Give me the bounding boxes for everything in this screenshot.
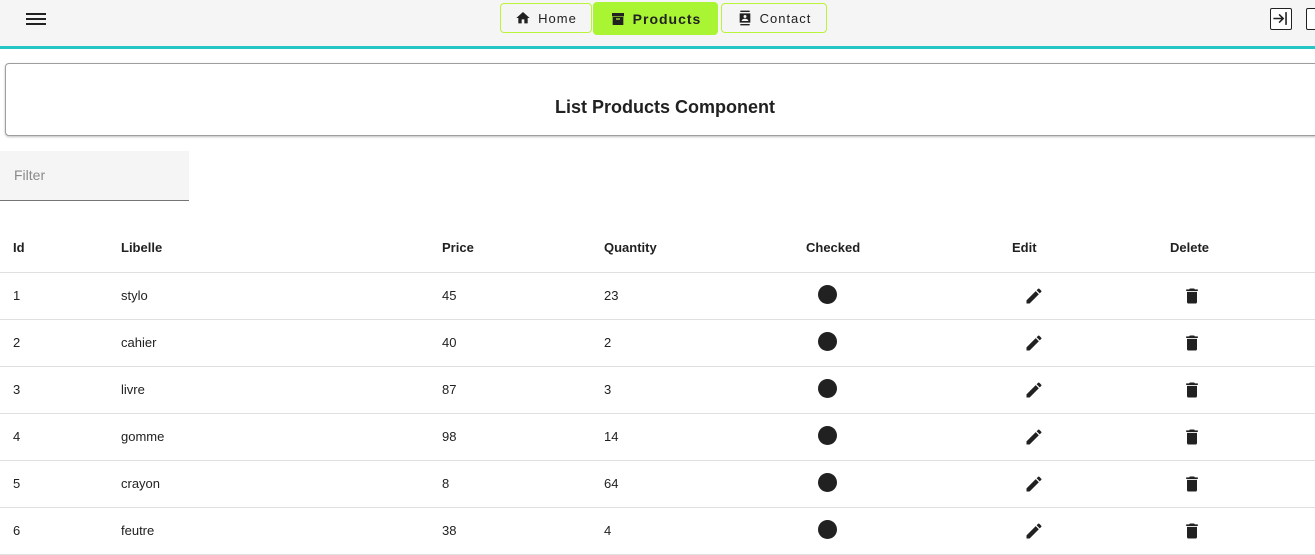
- cell-delete: [1170, 366, 1315, 414]
- login-arrow-icon: [1273, 12, 1287, 25]
- nav-contact-label: Contact: [759, 10, 812, 26]
- edit-icon[interactable]: [1024, 333, 1044, 353]
- delete-icon[interactable]: [1182, 380, 1202, 400]
- delete-icon[interactable]: [1182, 521, 1202, 541]
- column-header-delete: Delete: [1170, 224, 1315, 273]
- column-header-checked: Checked: [806, 224, 1012, 273]
- nav-home-button[interactable]: Home: [500, 3, 592, 33]
- column-header-id[interactable]: Id: [0, 224, 121, 273]
- edit-icon[interactable]: [1024, 521, 1044, 541]
- cell-delete: [1170, 319, 1315, 367]
- nav-contact-button[interactable]: Contact: [721, 3, 827, 33]
- cell-checked: [806, 507, 1012, 555]
- cell-id: 5: [0, 460, 121, 508]
- contact-card-icon: [739, 10, 750, 26]
- cell-libelle: gomme: [121, 413, 442, 461]
- cell-checked: [806, 460, 1012, 508]
- cell-edit: [1012, 460, 1170, 508]
- cell-quantity: 2: [604, 319, 806, 367]
- cell-quantity: 64: [604, 460, 806, 508]
- checked-radio-icon[interactable]: [818, 284, 837, 304]
- cell-price: 40: [442, 319, 604, 367]
- cell-checked: [806, 413, 1012, 461]
- checked-radio-icon[interactable]: [818, 331, 837, 351]
- cell-checked: [806, 366, 1012, 414]
- filter-field[interactable]: [0, 151, 189, 201]
- cell-checked: [806, 272, 1012, 320]
- table-header-row: Id Libelle Price Quantity Checked Edit D…: [0, 224, 1315, 273]
- filter-input[interactable]: [12, 166, 181, 184]
- home-icon: [516, 12, 530, 24]
- cell-price: 98: [442, 413, 604, 461]
- checked-radio-icon[interactable]: [818, 425, 837, 445]
- cell-id: 2: [0, 319, 121, 367]
- cell-id: 4: [0, 413, 121, 461]
- table-row: 2 cahier 40 2: [0, 319, 1315, 367]
- page-title: List Products Component: [555, 97, 775, 117]
- cell-quantity: 23: [604, 272, 806, 320]
- nav-home-label: Home: [538, 10, 577, 26]
- menu-icon[interactable]: [26, 10, 46, 28]
- delete-icon[interactable]: [1182, 286, 1202, 306]
- table-row: 3 livre 87 3: [0, 366, 1315, 414]
- cell-libelle: crayon: [121, 460, 442, 508]
- top-toolbar: Home Products Contact: [0, 0, 1315, 49]
- edit-icon[interactable]: [1024, 427, 1044, 447]
- cell-id: 1: [0, 272, 121, 320]
- checked-radio-icon[interactable]: [818, 472, 837, 492]
- archive-icon: [611, 12, 624, 25]
- logout-icon[interactable]: [1306, 8, 1315, 30]
- cell-edit: [1012, 319, 1170, 367]
- nav-products-button[interactable]: Products: [593, 2, 718, 35]
- cell-delete: [1170, 413, 1315, 461]
- table-row: 4 gomme 98 14: [0, 413, 1315, 461]
- table-row: 1 stylo 45 23: [0, 272, 1315, 320]
- column-header-edit: Edit: [1012, 224, 1170, 273]
- cell-edit: [1012, 366, 1170, 414]
- cell-libelle: livre: [121, 366, 442, 414]
- table-row: 6 feutre 38 4: [0, 507, 1315, 555]
- cell-edit: [1012, 413, 1170, 461]
- cell-delete: [1170, 460, 1315, 508]
- cell-libelle: cahier: [121, 319, 442, 367]
- cell-libelle: stylo: [121, 272, 442, 320]
- cell-price: 45: [442, 272, 604, 320]
- cell-quantity: 4: [604, 507, 806, 555]
- title-card: List Products Component: [5, 63, 1315, 136]
- cell-quantity: 14: [604, 413, 806, 461]
- edit-icon[interactable]: [1024, 286, 1044, 306]
- table-row: 5 crayon 8 64: [0, 460, 1315, 508]
- cell-delete: [1170, 272, 1315, 320]
- cell-id: 6: [0, 507, 121, 555]
- column-header-price[interactable]: Price: [442, 224, 604, 273]
- cell-price: 8: [442, 460, 604, 508]
- login-icon[interactable]: [1270, 8, 1292, 30]
- cell-edit: [1012, 272, 1170, 320]
- cell-id: 3: [0, 366, 121, 414]
- cell-delete: [1170, 507, 1315, 555]
- delete-icon[interactable]: [1182, 333, 1202, 353]
- cell-quantity: 3: [604, 366, 806, 414]
- delete-icon[interactable]: [1182, 427, 1202, 447]
- nav-products-label: Products: [632, 10, 702, 27]
- checked-radio-icon[interactable]: [818, 378, 837, 398]
- edit-icon[interactable]: [1024, 380, 1044, 400]
- cell-edit: [1012, 507, 1170, 555]
- checked-radio-icon[interactable]: [818, 519, 837, 539]
- column-header-libelle[interactable]: Libelle: [121, 224, 442, 273]
- edit-icon[interactable]: [1024, 474, 1044, 494]
- delete-icon[interactable]: [1182, 474, 1202, 494]
- products-table: Id Libelle Price Quantity Checked Edit D…: [0, 224, 1315, 555]
- cell-checked: [806, 319, 1012, 367]
- column-header-quantity[interactable]: Quantity: [604, 224, 806, 273]
- cell-price: 38: [442, 507, 604, 555]
- cell-libelle: feutre: [121, 507, 442, 555]
- cell-price: 87: [442, 366, 604, 414]
